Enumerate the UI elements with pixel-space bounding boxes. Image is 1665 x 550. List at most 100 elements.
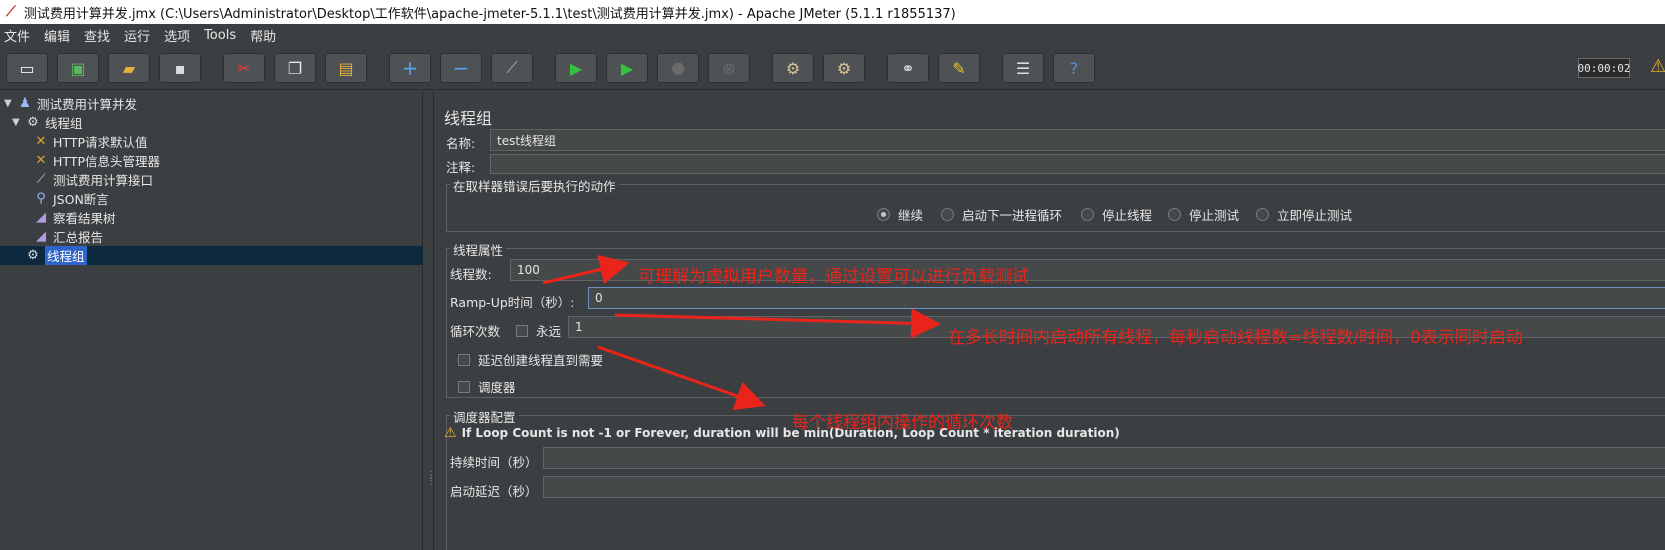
loop-count-label: 循环次数: [450, 324, 501, 339]
tree-item-http-sampler[interactable]: ⟋ 测试费用计算接口: [0, 170, 423, 189]
tree-item-thread-group[interactable]: ▼ ⚙ 线程组: [0, 113, 423, 132]
start-no-pauses-button[interactable]: ▶: [606, 53, 648, 83]
tree-item-label: 察看结果树: [53, 211, 116, 226]
thread-group-panel: 线程组 名称: test线程组 注释: 在取样器错误后要执行的动作 继续 启动下…: [434, 91, 1665, 550]
paste-icon: ▤: [338, 58, 354, 78]
comment-label: 注释:: [446, 160, 476, 175]
radio-icon: [1168, 208, 1181, 221]
paste-button[interactable]: ▤: [325, 53, 367, 83]
test-plan-tree: ▼ ♟ 测试费用计算并发 ▼ ⚙ 线程组 ✕ HTTP请求默认值 ✕ HTTP信…: [0, 91, 423, 550]
scheduler-warning-text: If Loop Count is not -1 or Forever, dura…: [461, 426, 1120, 440]
checkbox-icon: [458, 380, 470, 393]
radio-continue[interactable]: 继续: [877, 205, 923, 224]
thread-properties-title: 线程属性: [450, 240, 507, 259]
tree-item-header-manager[interactable]: ✕ HTTP信息头管理器: [0, 151, 423, 170]
toggle-button[interactable]: ⟋: [491, 53, 533, 83]
start-no-pause-icon: ▶: [620, 58, 634, 78]
panel-title: 线程组: [444, 109, 493, 128]
gear-icon: ⚙: [27, 248, 39, 263]
threads-label: 线程数:: [450, 267, 492, 282]
search-button[interactable]: ⚭: [887, 53, 929, 83]
tree-item-label: 线程组: [45, 246, 87, 265]
clear-all-button[interactable]: ⚙: [823, 53, 865, 83]
save-icon: ▪: [174, 58, 186, 78]
radio-label: 停止测试: [1189, 208, 1240, 223]
name-field[interactable]: test线程组: [490, 129, 1665, 151]
expand-icon: +: [401, 56, 419, 80]
scheduler-checkbox[interactable]: 调度器: [458, 377, 516, 396]
expand-all-button[interactable]: +: [389, 53, 431, 83]
collapse-all-button[interactable]: −: [440, 53, 482, 83]
reset-search-button[interactable]: ✎: [938, 53, 980, 83]
name-label: 名称:: [446, 136, 476, 151]
start-icon: ▶: [569, 58, 583, 78]
startup-delay-field[interactable]: [543, 476, 1665, 498]
test-plan-icon: ♟: [19, 96, 31, 111]
rampup-label: Ramp-Up时间（秒）:: [450, 295, 575, 310]
tree-item-results-tree[interactable]: ◢ 察看结果树: [0, 208, 423, 227]
radio-stop-thread[interactable]: 停止线程: [1081, 205, 1152, 224]
shutdown-icon: ⊗: [722, 58, 736, 78]
reset-search-icon: ✎: [952, 58, 966, 78]
forever-checkbox[interactable]: 永远: [516, 321, 561, 340]
radio-stop-test-now[interactable]: 立即停止测试: [1256, 205, 1352, 224]
expand-toggle-icon[interactable]: ▼: [4, 98, 16, 109]
new-button[interactable]: ▭: [6, 53, 48, 83]
error-action-title: 在取样器错误后要执行的动作: [450, 176, 619, 195]
radio-label: 启动下一进程循环: [962, 208, 1063, 223]
radio-checked-icon: [877, 208, 890, 221]
menu-search[interactable]: 查找: [84, 26, 110, 45]
menu-run[interactable]: 运行: [124, 26, 150, 45]
jmeter-feather-icon: ⟋: [6, 4, 16, 20]
templates-button[interactable]: ▣: [57, 53, 99, 83]
radio-stop-test[interactable]: 停止测试: [1168, 205, 1239, 224]
rampup-annotation: 在多长时间内启动所有线程，每秒启动线程数=线程数/时间，0表示同时启动: [948, 328, 1523, 348]
rampup-field[interactable]: 0: [588, 287, 1665, 309]
cut-button[interactable]: ✂: [223, 53, 265, 83]
save-button[interactable]: ▪: [159, 53, 201, 83]
menu-options[interactable]: 选项: [164, 26, 190, 45]
stop-icon: ⬣: [671, 58, 685, 78]
tree-item-thread-group-selected[interactable]: ⚙ 线程组: [0, 246, 423, 265]
wrench-icon: ✕: [35, 134, 47, 149]
tree-item-label: HTTP请求默认值: [53, 135, 148, 150]
tree-item-json-assertion[interactable]: ⚲ JSON断言: [0, 189, 423, 208]
checkbox-label: 调度器: [478, 380, 516, 395]
duration-field[interactable]: [543, 447, 1665, 469]
start-button[interactable]: ▶: [555, 53, 597, 83]
comment-field[interactable]: [490, 154, 1665, 174]
help-icon: ?: [1069, 58, 1079, 78]
clear-button[interactable]: ⚙: [772, 53, 814, 83]
open-icon: ▰: [122, 58, 136, 78]
tree-item-label: JSON断言: [53, 192, 109, 207]
expand-toggle-icon[interactable]: ▼: [12, 117, 24, 128]
radio-start-next-loop[interactable]: 启动下一进程循环: [941, 205, 1062, 224]
help-button[interactable]: ?: [1053, 53, 1095, 83]
tree-item-label: HTTP信息头管理器: [53, 154, 160, 169]
templates-icon: ▣: [70, 58, 86, 78]
function-helper-button[interactable]: ☰: [1002, 53, 1044, 83]
shutdown-button[interactable]: ⊗: [708, 53, 750, 83]
stop-button[interactable]: ⬣: [657, 53, 699, 83]
menu-file[interactable]: 文件: [4, 26, 30, 45]
warning-icon: ⚠: [444, 425, 457, 441]
warning-icon[interactable]: ⚠: [1650, 56, 1665, 77]
open-button[interactable]: ▰: [108, 53, 150, 83]
radio-label: 继续: [898, 208, 924, 223]
clear-icon: ⚙: [785, 58, 801, 78]
radio-label: 立即停止测试: [1277, 208, 1353, 223]
tree-item-summary-report[interactable]: ◢ 汇总报告: [0, 227, 423, 246]
tree-item-http-defaults[interactable]: ✕ HTTP请求默认值: [0, 132, 423, 151]
menu-help[interactable]: 帮助: [250, 26, 276, 45]
cut-icon: ✂: [237, 58, 251, 78]
radio-icon: [941, 208, 954, 221]
loop-annotation: 每个线程组内操作的循环次数: [792, 413, 1013, 433]
pane-splitter[interactable]: ⋮ ⋮: [423, 91, 436, 550]
menu-edit[interactable]: 编辑: [44, 26, 70, 45]
delay-thread-creation-checkbox[interactable]: 延迟创建线程直到需要: [458, 350, 603, 369]
menu-tools[interactable]: Tools: [204, 28, 236, 43]
tree-item-test-plan[interactable]: ▼ ♟ 测试费用计算并发: [0, 94, 423, 113]
checkbox-label: 永远: [536, 324, 562, 339]
copy-button[interactable]: ❐: [274, 53, 316, 83]
menu-bar: 文件 编辑 查找 运行 选项 Tools 帮助: [0, 24, 1665, 46]
